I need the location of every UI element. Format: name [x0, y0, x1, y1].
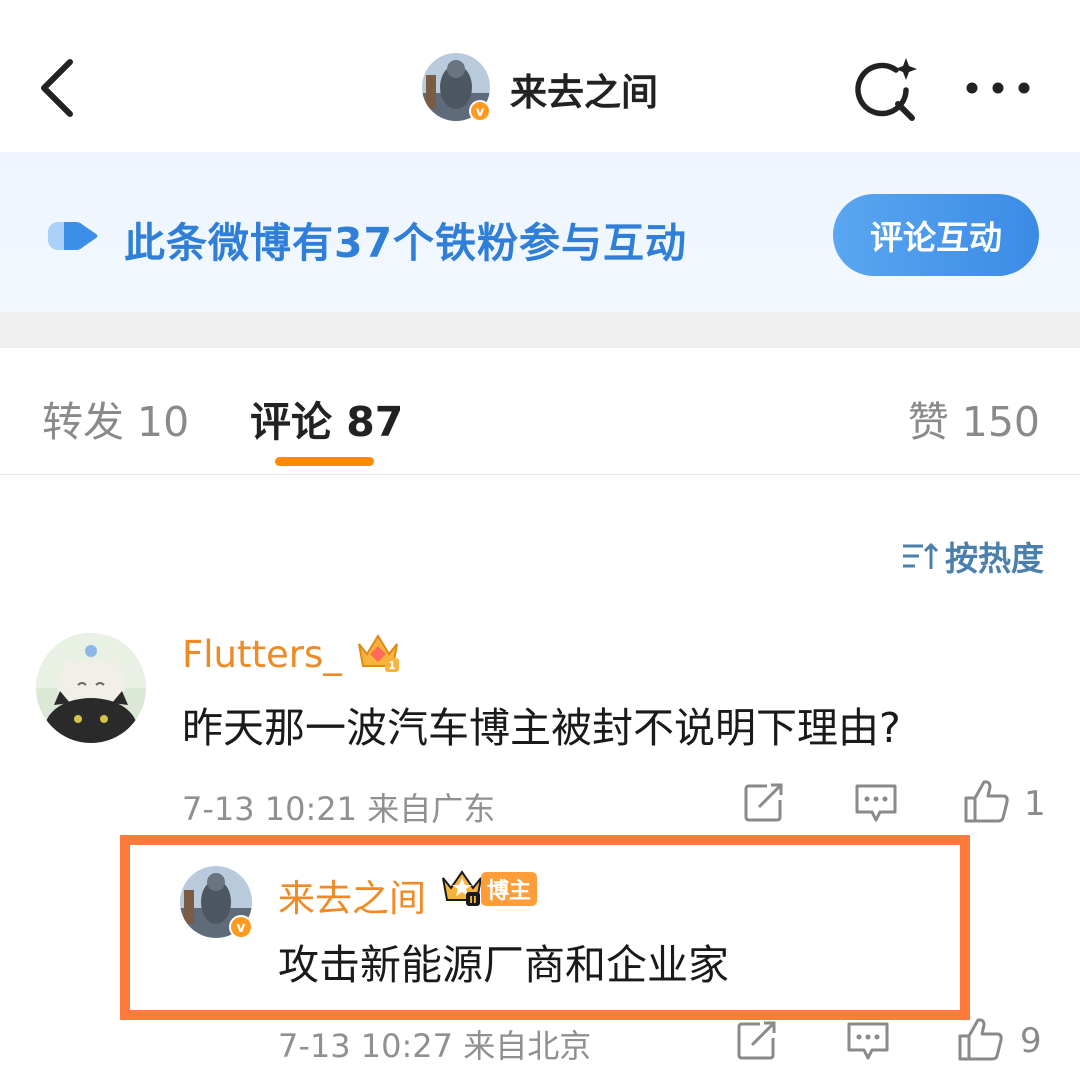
sort-button[interactable]: 按热度	[901, 532, 1044, 580]
header-user[interactable]: v 来去之间	[422, 53, 658, 124]
share-button[interactable]	[743, 782, 785, 826]
user-avatar: v	[422, 53, 491, 122]
chevron-left-icon	[41, 59, 73, 117]
tabs-divider	[0, 474, 1080, 475]
verified-icon: v	[229, 915, 253, 939]
reply-comment-button[interactable]	[846, 1020, 890, 1066]
tab-like[interactable]: 赞 150	[908, 388, 1040, 448]
sort-label: 按热度	[945, 539, 1044, 578]
more-dots-icon	[966, 82, 1030, 94]
reply-like-count: 9	[1020, 1021, 1042, 1061]
svg-text:v: v	[236, 920, 245, 936]
reply-like-button[interactable]	[956, 1016, 1004, 1066]
fan-crown-icon: 1	[358, 634, 399, 672]
svg-text:v: v	[476, 105, 485, 120]
crown-icon: II	[442, 870, 482, 906]
tab-comment[interactable]: 评论 87	[250, 388, 403, 448]
comment-icon	[855, 784, 897, 822]
share-icon	[737, 1021, 776, 1060]
owner-badge: 博主	[481, 872, 537, 906]
reply-button[interactable]	[854, 782, 898, 828]
comment-interaction-button[interactable]: 评论互动	[833, 194, 1039, 276]
banner-text: 此条微博有37个铁粉参与互动	[124, 219, 688, 267]
comment-icon	[847, 1022, 889, 1060]
commenter-avatar[interactable]	[36, 633, 146, 743]
back-button[interactable]	[36, 58, 84, 118]
tab-repost[interactable]: 转发 10	[42, 388, 189, 448]
more-button[interactable]	[962, 70, 1034, 106]
reply-meta: 7-13 10:27 来自北京	[278, 1027, 592, 1065]
comment-meta: 7-13 10:21 来自广东	[182, 790, 496, 828]
cat-avatar-image	[36, 633, 146, 743]
svg-text:1: 1	[388, 659, 396, 672]
like-button[interactable]	[962, 778, 1010, 828]
section-divider	[0, 312, 1080, 348]
like-count: 1	[1024, 784, 1046, 824]
commenter-username[interactable]: Flutters_	[182, 633, 342, 676]
share-icon	[744, 783, 783, 822]
sort-icon	[903, 542, 939, 569]
thumbs-up-icon	[964, 780, 1009, 823]
top-nav: v 来去之间	[0, 0, 1080, 152]
thumbs-up-icon	[958, 1018, 1003, 1061]
svg-text:II: II	[469, 895, 476, 906]
search-button[interactable]	[852, 56, 922, 122]
search-sparkle-icon	[855, 58, 917, 121]
reply-username[interactable]: 来去之间	[278, 868, 426, 922]
reply-share-button[interactable]	[736, 1020, 778, 1064]
play-icon	[48, 222, 98, 250]
comment-text: 昨天那一波汽车博主被封不说明下理由?	[182, 704, 901, 752]
active-tab-indicator	[275, 457, 374, 466]
page-title: 来去之间	[510, 71, 658, 114]
reply-text: 攻击新能源厂商和企业家	[278, 941, 729, 989]
